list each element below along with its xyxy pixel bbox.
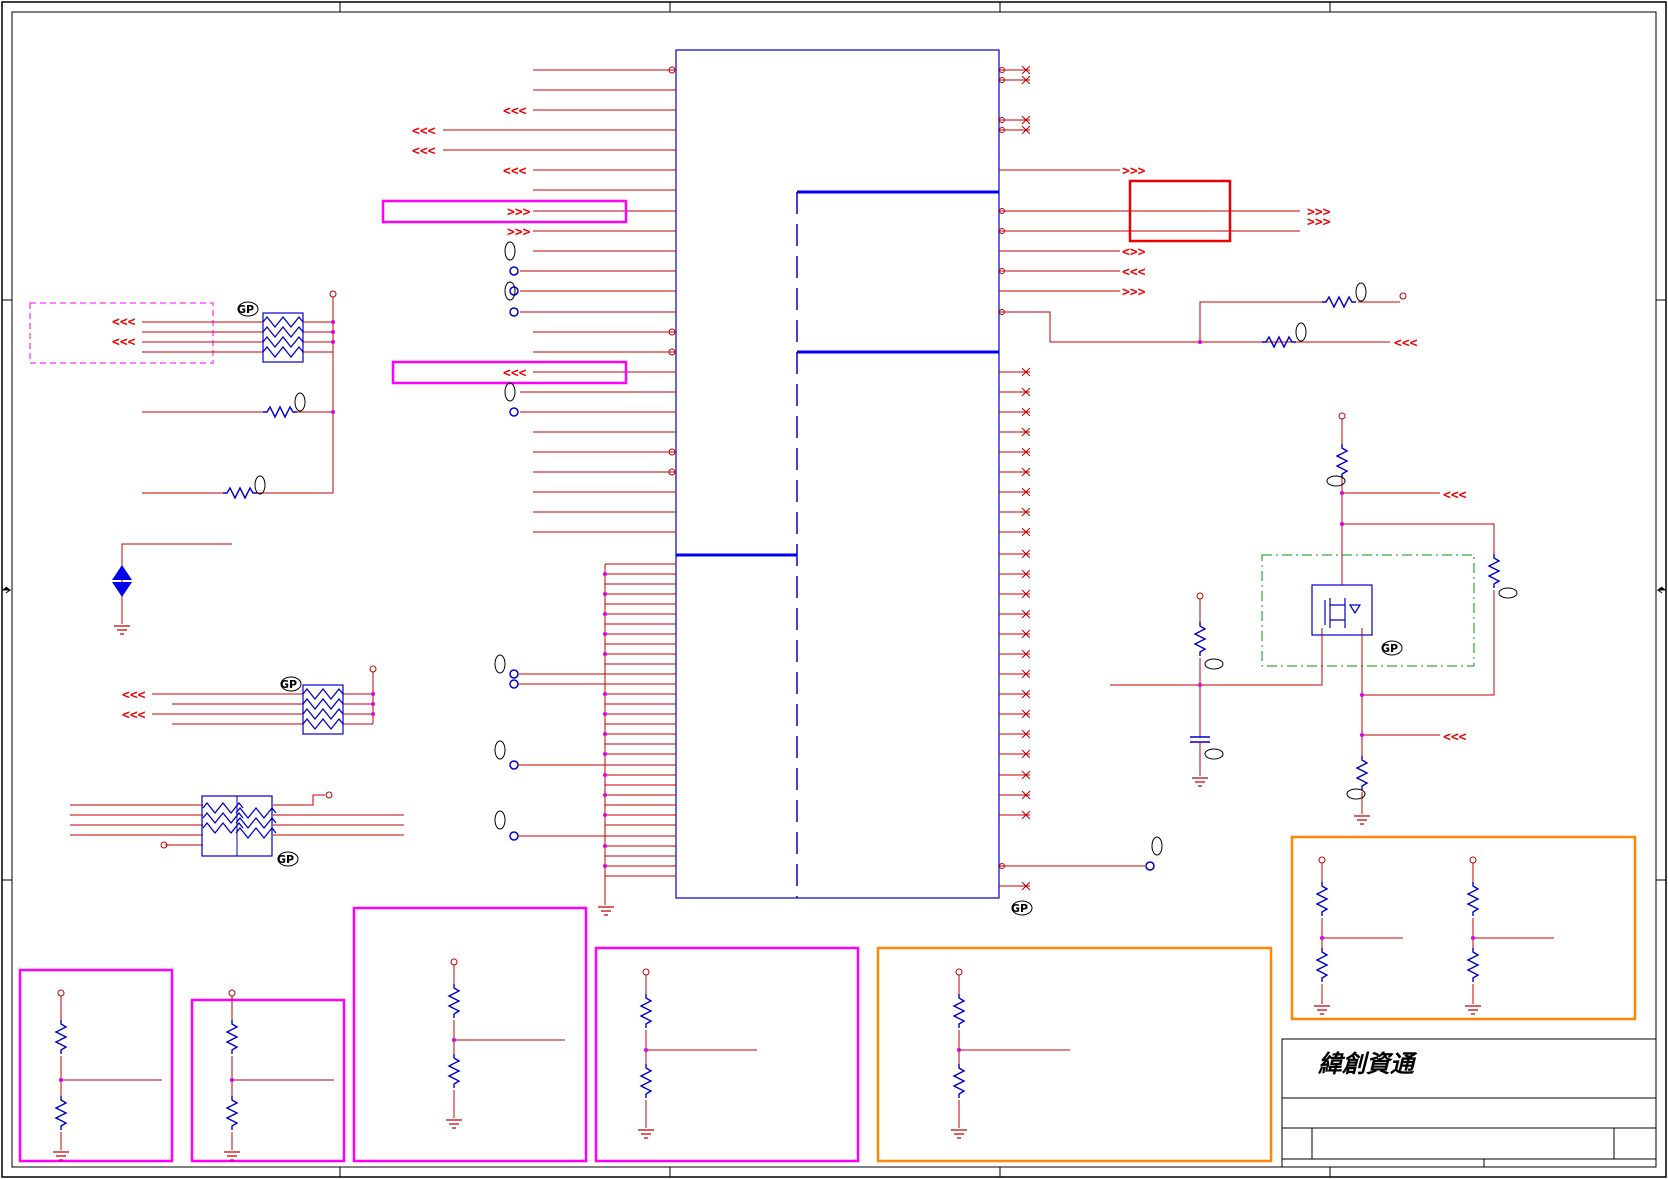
offpage-connector: <<< bbox=[1443, 488, 1467, 503]
company-name: 緯創資通 bbox=[1317, 1049, 1418, 1078]
drawing-border bbox=[11, 11, 1657, 1168]
offpage-connector: >>> bbox=[1307, 215, 1331, 230]
mosfet-circuit bbox=[1110, 412, 1500, 825]
resistor-network-middle bbox=[152, 665, 377, 735]
test-point-right bbox=[1145, 861, 1155, 871]
offpage-connector: <<< bbox=[1122, 265, 1146, 280]
right-resistors bbox=[1198, 292, 1407, 348]
offpage-connector: >>> bbox=[1122, 164, 1146, 179]
divider-box-3 bbox=[352, 906, 588, 1163]
divider-box-4 bbox=[594, 946, 860, 1163]
divider-box-5 bbox=[876, 946, 1273, 1163]
offpage-connector: <<< bbox=[503, 104, 527, 119]
dashed-region-pink bbox=[29, 302, 214, 364]
test-points-left bbox=[509, 266, 519, 841]
offpage-connector: >>> bbox=[507, 205, 531, 220]
offpage-connector: <<< bbox=[503, 366, 527, 381]
offpage-connector: <<< bbox=[503, 164, 527, 179]
offpage-connector: <<< bbox=[1394, 336, 1418, 351]
esd-diode bbox=[112, 543, 232, 635]
offpage-connector: <<< bbox=[412, 124, 436, 139]
ic-right-open-pins bbox=[999, 67, 1005, 869]
offpage-connector: <<< bbox=[412, 144, 436, 159]
offpage-connector: >>> bbox=[507, 225, 531, 240]
divider-box-1 bbox=[18, 968, 174, 1163]
ic-ground-pins bbox=[518, 563, 676, 905]
offpage-connector: >>> bbox=[1122, 285, 1146, 300]
offpage-connector: <<< bbox=[122, 708, 146, 723]
main-ic bbox=[675, 49, 1000, 899]
offpage-connector: <<< bbox=[112, 315, 136, 330]
dashed-region-green bbox=[1261, 554, 1475, 667]
schematic-sheet: <<< <<< <<< <<< >>> >>> <<< <<< <<< <<< … bbox=[1, 1, 1667, 1178]
no-connect-marks bbox=[1021, 65, 1031, 891]
offpage-connector: <<< bbox=[122, 688, 146, 703]
offpage-connector: <<< bbox=[1443, 730, 1467, 745]
ic-left-pins bbox=[443, 69, 676, 533]
divider-box-2 bbox=[190, 989, 346, 1163]
resistor-network-lower bbox=[70, 791, 404, 857]
offpage-connector: <>> bbox=[1122, 245, 1146, 260]
resistor-network-upper bbox=[142, 290, 337, 499]
ic-right-pins bbox=[999, 69, 1390, 887]
offpage-connector: <<< bbox=[112, 335, 136, 350]
ground-symbol bbox=[597, 906, 615, 916]
divider-box-6 bbox=[1290, 835, 1637, 1021]
